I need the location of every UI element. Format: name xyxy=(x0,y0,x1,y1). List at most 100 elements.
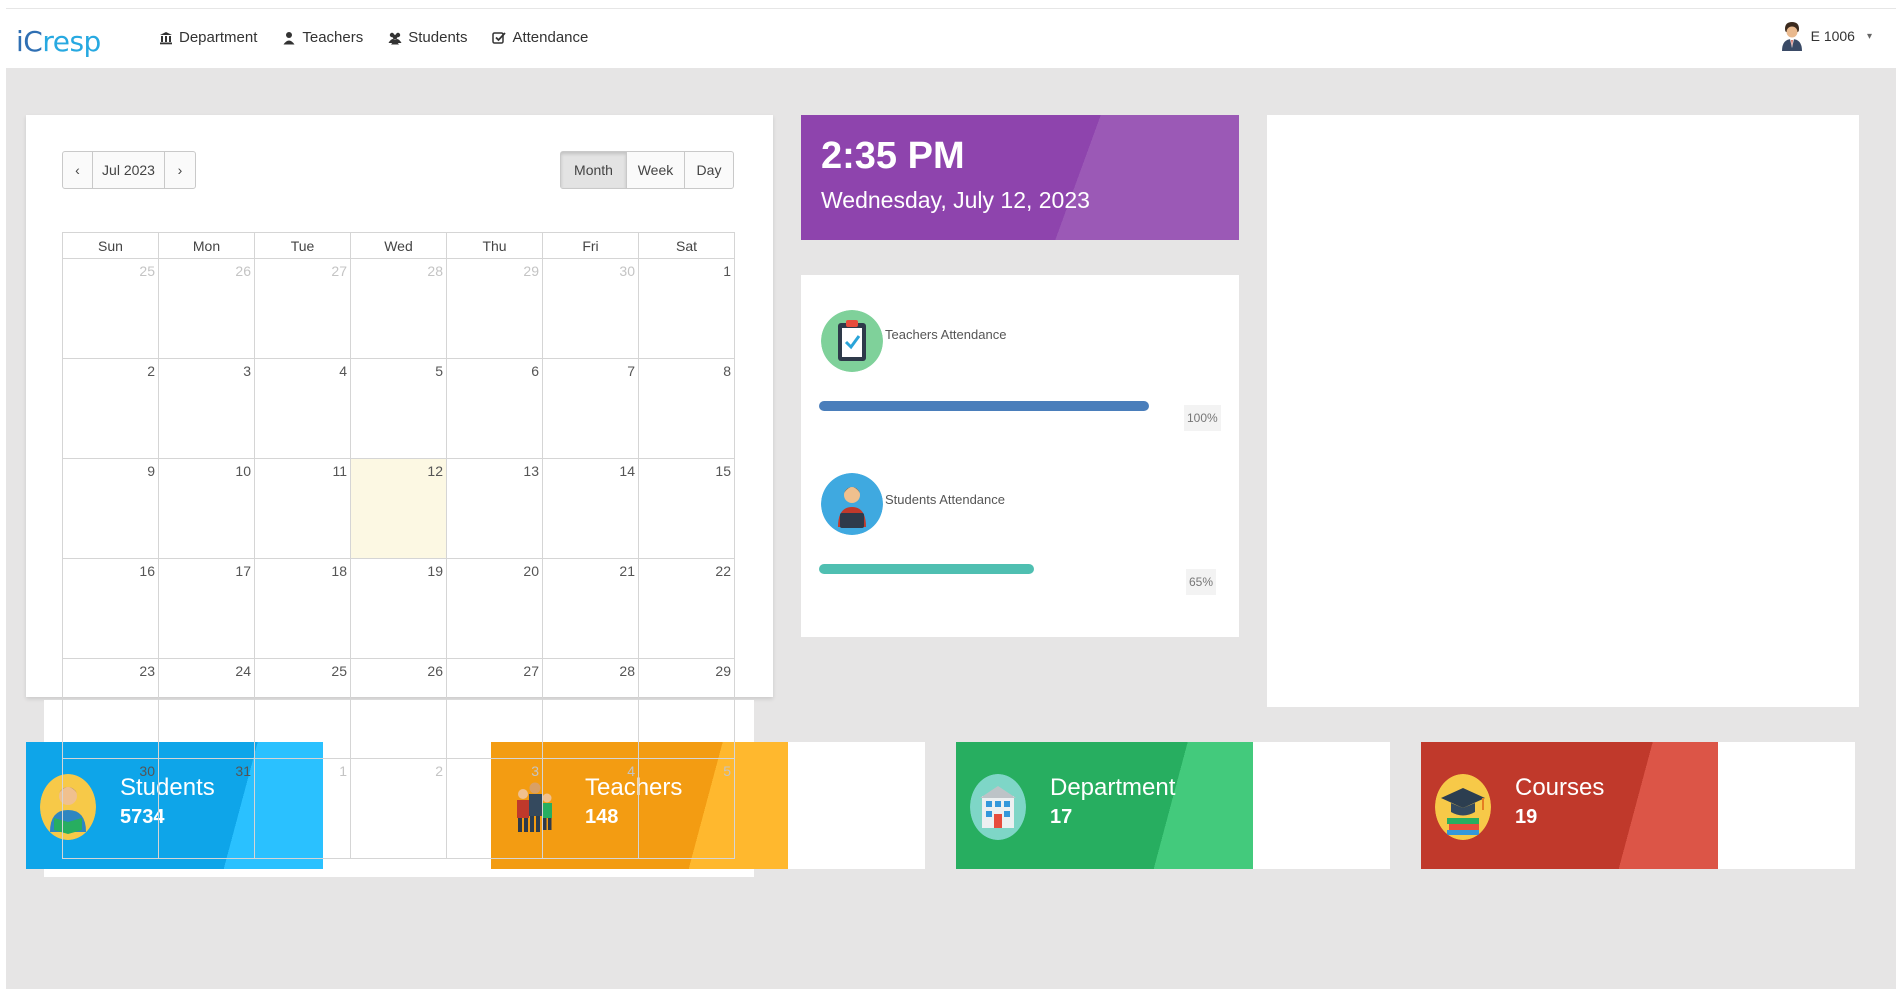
calendar-day-cell[interactable]: 31 xyxy=(158,758,255,859)
students-attendance-label: Students Attendance xyxy=(885,492,1005,507)
calendar-day-cell[interactable]: 4 xyxy=(542,758,639,859)
calendar-day-cell[interactable]: 25 xyxy=(254,658,351,759)
check-square-icon xyxy=(492,31,507,44)
calendar-day-cell[interactable]: 23 xyxy=(62,658,159,759)
view-month-button[interactable]: Month xyxy=(561,152,627,188)
calendar-view-group: Month Week Day xyxy=(560,151,734,189)
app-logo[interactable]: iCresp xyxy=(16,25,101,58)
calendar-day-cell[interactable]: 2 xyxy=(62,358,159,459)
calendar-day-cell[interactable]: 16 xyxy=(62,558,159,659)
users-icon xyxy=(388,32,402,44)
calendar-day-cell[interactable]: 1 xyxy=(254,758,351,859)
user-avatar-icon xyxy=(1781,22,1802,51)
calendar-day-cell[interactable]: 30 xyxy=(542,258,639,359)
calendar-day-cell[interactable]: 26 xyxy=(158,258,255,359)
calendar-day-cell[interactable]: 15 xyxy=(638,458,735,559)
calendar-day-cell[interactable]: 28 xyxy=(542,658,639,759)
calendar-day-cell[interactable]: 27 xyxy=(254,258,351,359)
calendar-day-cell[interactable]: 13 xyxy=(446,458,543,559)
nav-teachers[interactable]: Teachers xyxy=(282,29,363,46)
calendar-week-row: 16 17 18 19 20 21 22 xyxy=(62,558,735,659)
calendar-day-cell[interactable]: 10 xyxy=(158,458,255,559)
department-stat-title: Department xyxy=(1050,774,1176,801)
calendar-nav-group: ‹ Jul 2023 › xyxy=(62,151,196,189)
weekday-header: Sat xyxy=(638,232,735,259)
calendar-day-cell[interactable]: 20 xyxy=(446,558,543,659)
chevron-right-icon: › xyxy=(177,162,183,178)
calendar-day-cell[interactable]: 26 xyxy=(350,658,447,759)
nav-attendance-label: Attendance xyxy=(512,29,589,46)
calendar-month-button[interactable]: Jul 2023 xyxy=(93,152,165,188)
department-stat-banner: Department 17 xyxy=(956,742,1253,869)
student-laptop-icon xyxy=(821,473,883,535)
calendar-week-row: 2 3 4 5 6 7 8 xyxy=(62,358,735,459)
calendar-day-cell[interactable]: 19 xyxy=(350,558,447,659)
calendar-day-cell[interactable]: 22 xyxy=(638,558,735,659)
bank-icon xyxy=(160,31,172,44)
calendar-day-cell[interactable]: 29 xyxy=(446,258,543,359)
calendar-day-cell[interactable]: 3 xyxy=(158,358,255,459)
calendar-day-cell[interactable]: 21 xyxy=(542,558,639,659)
calendar-day-cell[interactable]: 30 xyxy=(62,758,159,859)
calendar-day-cell[interactable]: 28 xyxy=(350,258,447,359)
calendar-day-cell[interactable]: 25 xyxy=(62,258,159,359)
calendar-next-button[interactable]: › xyxy=(165,152,195,188)
calendar-day-cell[interactable]: 7 xyxy=(542,358,639,459)
calendar-day-cell[interactable]: 6 xyxy=(446,358,543,459)
clipboard-check-icon xyxy=(821,310,883,372)
calendar-day-cell[interactable]: 29 xyxy=(638,658,735,759)
nav-department-label: Department xyxy=(179,29,258,46)
blank-panel xyxy=(1267,115,1859,707)
weekday-header: Sun xyxy=(62,232,159,259)
user-menu[interactable]: E 1006 ▾ xyxy=(1781,21,1872,51)
weekday-header: Fri xyxy=(542,232,639,259)
students-attendance-bar-fill xyxy=(819,564,1034,574)
calendar-day-cell[interactable]: 3 xyxy=(446,758,543,859)
courses-stat-title: Courses xyxy=(1515,774,1605,801)
calendar-day-cell[interactable]: 17 xyxy=(158,558,255,659)
user-icon xyxy=(283,31,295,44)
calendar-day-cell[interactable]: 14 xyxy=(542,458,639,559)
calendar-day-cell[interactable]: 9 xyxy=(62,458,159,559)
department-stat-card[interactable]: Department 17 xyxy=(956,742,1390,869)
courses-stat-value: 19 xyxy=(1515,806,1538,828)
building-icon xyxy=(970,774,1026,840)
calendar-day-cell[interactable]: 4 xyxy=(254,358,351,459)
calendar-day-cell[interactable]: 5 xyxy=(350,358,447,459)
main-nav: Department Teachers Students Attendance xyxy=(159,29,588,46)
calendar-today-cell[interactable]: 12 xyxy=(350,458,447,559)
calendar-day-cell[interactable]: 11 xyxy=(254,458,351,559)
weekday-header: Wed xyxy=(350,232,447,259)
top-navbar: iCresp Department Teachers Students Atte… xyxy=(6,8,1896,68)
clock-time: 2:35 PM xyxy=(821,135,965,177)
user-name: E 1006 xyxy=(1810,28,1855,44)
calendar-day-cell[interactable]: 5 xyxy=(638,758,735,859)
nav-students[interactable]: Students xyxy=(388,29,467,46)
calendar-day-cell[interactable]: 2 xyxy=(350,758,447,859)
calendar-week-row: 23 24 25 26 27 28 29 xyxy=(62,658,735,759)
teachers-attendance-bar xyxy=(819,401,1149,411)
view-week-button[interactable]: Week xyxy=(627,152,685,188)
teachers-attendance-bar-fill xyxy=(819,401,1149,411)
weekday-header-row: Sun Mon Tue Wed Thu Fri Sat xyxy=(62,232,735,259)
calendar-week-row: 25 26 27 28 29 30 1 xyxy=(62,258,735,359)
logo-text-main: iC xyxy=(16,25,43,58)
calendar-prev-button[interactable]: ‹ xyxy=(63,152,93,188)
department-stat-value: 17 xyxy=(1050,806,1073,828)
nav-attendance[interactable]: Attendance xyxy=(492,29,588,46)
calendar-day-cell[interactable]: 8 xyxy=(638,358,735,459)
clock-date: Wednesday, July 12, 2023 xyxy=(821,187,1090,213)
teachers-attendance-label: Teachers Attendance xyxy=(885,327,1007,342)
calendar-day-cell[interactable]: 18 xyxy=(254,558,351,659)
nav-department[interactable]: Department xyxy=(159,29,257,46)
calendar-day-cell[interactable]: 1 xyxy=(638,258,735,359)
calendar-week-row: 9 10 11 12 13 14 15 xyxy=(62,458,735,559)
calendar-day-cell[interactable]: 27 xyxy=(446,658,543,759)
weekday-header: Tue xyxy=(254,232,351,259)
caret-down-icon: ▾ xyxy=(1866,30,1872,42)
calendar-day-cell[interactable]: 24 xyxy=(158,658,255,759)
students-attendance-percent: 65% xyxy=(1186,569,1217,595)
courses-stat-card[interactable]: Courses 19 xyxy=(1421,742,1855,869)
view-day-button[interactable]: Day xyxy=(685,152,733,188)
courses-stat-banner: Courses 19 xyxy=(1421,742,1718,869)
